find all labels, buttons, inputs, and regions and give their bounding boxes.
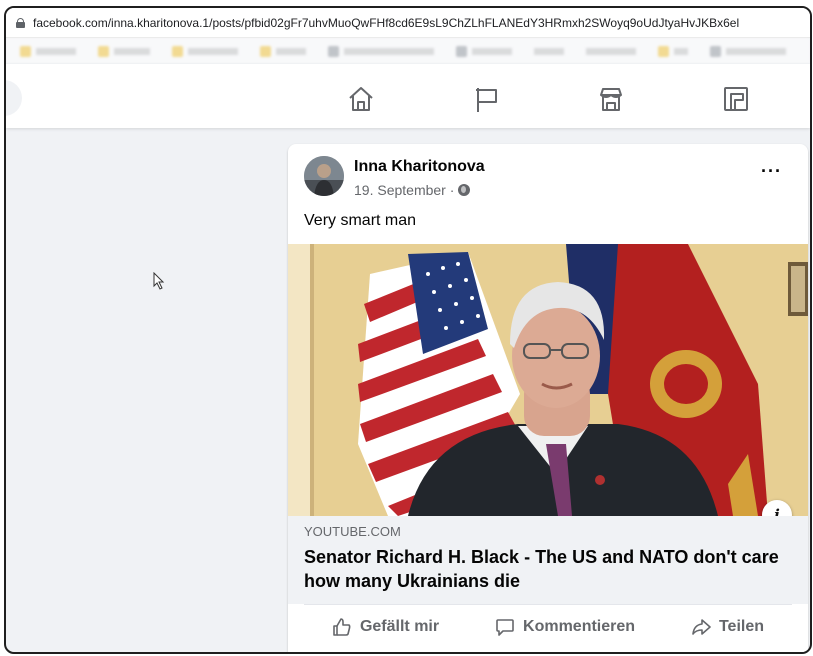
comment-button[interactable]: Kommentieren (495, 617, 635, 637)
like-button[interactable]: Gefällt mir (332, 617, 439, 637)
facebook-top-nav (6, 64, 810, 128)
post-date[interactable]: 19. September · (354, 182, 454, 198)
bookmark-item[interactable] (710, 45, 786, 57)
address-bar[interactable]: facebook.com/inna.kharitonova.1/posts/pf… (6, 8, 810, 38)
thumbs-up-icon (333, 617, 351, 636)
bookmark-item[interactable] (260, 45, 306, 57)
browser-window: facebook.com/inna.kharitonova.1/posts/pf… (4, 6, 812, 654)
share-label: Teilen (718, 617, 765, 635)
video-thumbnail[interactable] (288, 244, 808, 516)
bookmark-item[interactable] (534, 47, 564, 55)
link-preview[interactable]: YOUTUBE.COM Senator Richard H. Black - T… (288, 516, 808, 604)
bookmark-item[interactable] (586, 47, 636, 55)
post-actions: Gefällt mir Kommentieren Teilen (304, 604, 792, 648)
video-thumbnail-image (288, 244, 808, 516)
bookmark-item[interactable] (456, 45, 512, 57)
globe-icon (458, 184, 471, 196)
search-pill[interactable] (6, 80, 22, 116)
lock-icon (16, 17, 25, 28)
post-card: Inna Kharitonova 19. September · ··· Ver… (288, 144, 808, 652)
home-icon[interactable] (346, 84, 376, 114)
comment-label: Kommentieren (523, 617, 636, 635)
gaming-icon[interactable] (721, 84, 751, 114)
author-name[interactable]: Inna Kharitonova (354, 158, 485, 176)
comment-icon (496, 618, 514, 636)
flag-pages-icon[interactable] (471, 84, 501, 114)
more-options-button[interactable]: ··· (761, 162, 782, 180)
bookmark-item[interactable] (98, 45, 150, 57)
bookmark-item[interactable] (172, 45, 238, 57)
bookmark-item[interactable] (328, 45, 434, 57)
link-domain: YOUTUBE.COM (304, 524, 401, 539)
post-meta: 19. September · (354, 182, 471, 198)
share-button[interactable]: Teilen (691, 617, 764, 637)
mouse-cursor-icon (153, 272, 165, 290)
link-title[interactable]: Senator Richard H. Black - The US and NA… (304, 545, 792, 593)
bookmark-item[interactable] (20, 45, 76, 57)
url-text[interactable]: facebook.com/inna.kharitonova.1/posts/pf… (33, 16, 739, 30)
bookmark-item[interactable] (658, 45, 688, 57)
post-caption: Very smart man (304, 212, 417, 229)
share-icon (692, 618, 711, 635)
author-avatar[interactable] (304, 156, 344, 196)
marketplace-icon[interactable] (596, 84, 626, 114)
like-label: Gefällt mir (359, 617, 440, 635)
bookmarks-bar (6, 38, 810, 64)
